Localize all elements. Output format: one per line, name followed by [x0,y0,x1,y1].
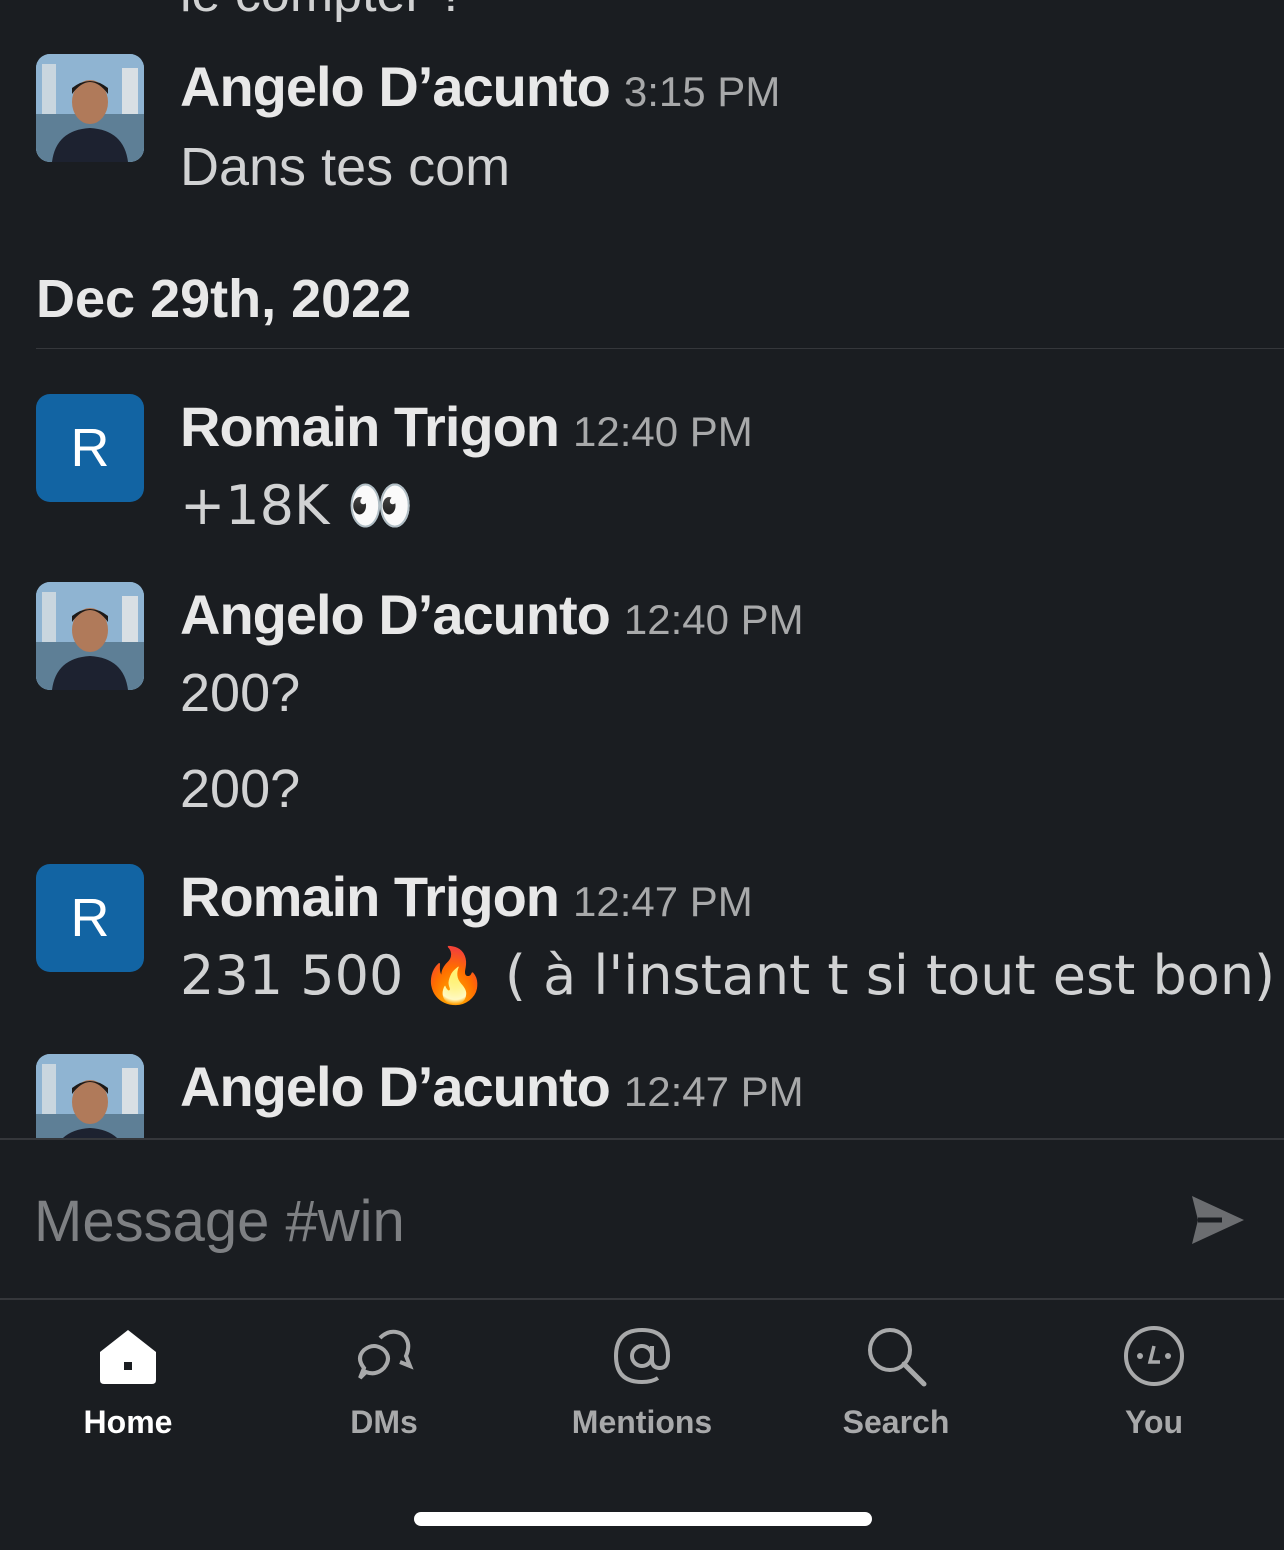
tab-label: You [1124,1404,1184,1440]
message-time: 3:15 PM [623,68,781,115]
date-divider: Dec 29th, 2022 [36,269,412,329]
avatar[interactable] [36,1054,144,1138]
avatar-photo-icon [36,54,144,162]
author-name[interactable]: Angelo D’acunto [180,583,611,646]
tab-dms[interactable]: DMs [284,1302,484,1441]
divider-line [36,348,1284,349]
tab-search[interactable]: Search [796,1302,996,1441]
you-icon [1124,1326,1184,1386]
author-name[interactable]: Romain Trigon [180,395,560,458]
message-text: le compter ? [180,0,466,24]
author-name[interactable]: Angelo D’acunto [180,55,611,118]
tab-mentions[interactable]: Mentions [542,1302,742,1441]
avatar[interactable]: R [36,864,144,972]
dms-icon [358,1329,414,1380]
author-name[interactable]: Angelo D’acunto [180,1055,611,1118]
avatar-photo-icon [36,582,144,690]
home-indicator[interactable] [414,1512,872,1526]
author-name[interactable]: Romain Trigon [180,865,560,928]
message-input[interactable]: Message #win [34,1188,405,1255]
message-time: 12:40 PM [573,408,753,455]
message-text: 200? [180,663,301,723]
tab-label: Home [83,1404,173,1440]
message-text: 231 500 🔥 ( à l'instant t si tout est bo… [180,944,1276,1007]
at-icon [613,1327,671,1385]
message-time: 12:47 PM [623,1068,804,1115]
message-text: Dans tes com [180,137,511,197]
tab-bar: Home DMs Mentions Search You [0,1302,1284,1472]
tab-home[interactable]: Home [28,1302,228,1441]
home-icon [100,1330,156,1384]
tab-label: DMs [350,1404,418,1440]
send-icon[interactable] [1188,1190,1248,1250]
avatar[interactable]: R [36,394,144,502]
tab-label: Mentions [571,1404,713,1440]
avatar[interactable] [36,54,144,162]
search-icon [868,1328,927,1387]
avatar-photo-icon [36,1054,144,1138]
message-time: 12:40 PM [623,596,804,643]
tab-label: Search [842,1404,950,1440]
message-text: 200? [180,759,301,819]
message-text: +18K 👀 [180,474,414,537]
avatar[interactable] [36,582,144,690]
message-feed[interactable]: le compter ? Angelo D’acunto 3:15 PM Dans… [0,0,1284,1138]
message-time: 12:47 PM [573,878,753,925]
message-composer[interactable]: Message #win [0,1138,1284,1300]
tab-you[interactable]: You [1054,1302,1254,1441]
